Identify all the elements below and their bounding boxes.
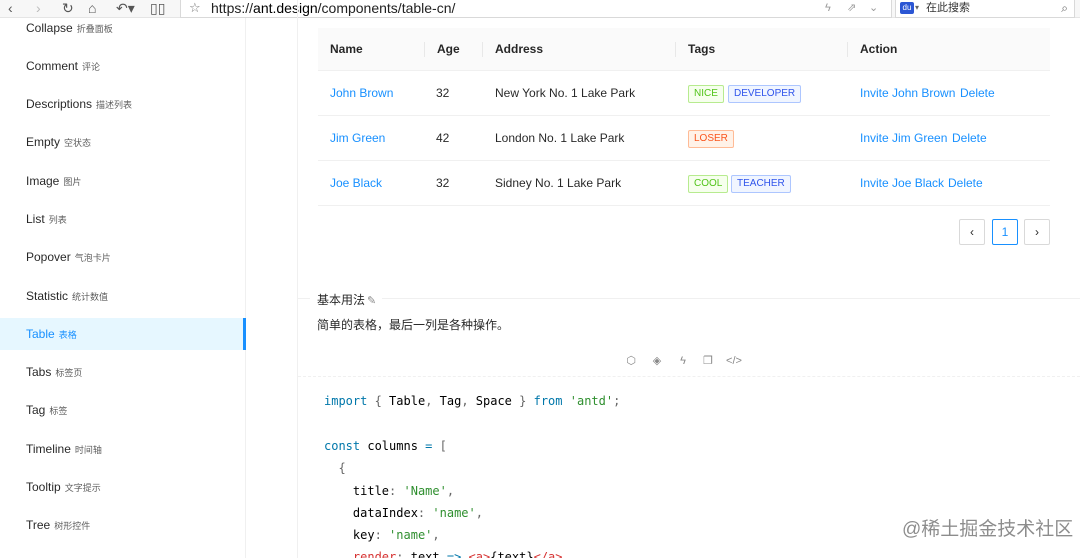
address-bar[interactable]: ☆ https://ant.design/components/table-cn… [180, 0, 892, 18]
column-divider [675, 42, 676, 57]
search-box[interactable]: du ▾ 在此搜索 ⌕ [895, 0, 1075, 18]
search-placeholder: 在此搜索 [926, 2, 970, 14]
tag-developer: DEVELOPER [728, 85, 802, 103]
address-cell: New York No. 1 Lake Park [495, 86, 636, 100]
sidebar-item-tree[interactable]: Tree 树形控件 [0, 509, 246, 541]
column-header-age: Age [437, 42, 460, 56]
share-icon[interactable]: ⇗ [847, 0, 856, 16]
codesandbox-icon[interactable]: ⬡ [622, 352, 640, 370]
code-line: { [338, 461, 346, 475]
pagination-prev-button[interactable]: ‹ [959, 219, 985, 245]
tag-nice: NICE [688, 85, 724, 103]
name-link[interactable]: Jim Green [330, 116, 385, 161]
code-line: render: text => <a>{text}</a>, [352, 550, 570, 558]
column-divider [482, 42, 483, 57]
sidebar-item-statistic[interactable]: Statistic 统计数值 [0, 280, 246, 312]
table-header: Name Age Address Tags Action [318, 28, 1050, 71]
bolt-icon[interactable]: ϟ [825, 0, 831, 16]
demo-title: 基本用法 ✎ [317, 293, 377, 307]
actions-divider [298, 376, 1080, 377]
code-line: const columns = [ [324, 439, 447, 453]
column-header-tags: Tags [688, 42, 716, 56]
age-cell: 32 [436, 176, 450, 190]
name-link[interactable]: Joe Black [330, 161, 382, 206]
invite-link[interactable]: Invite John Brown [860, 71, 955, 116]
column-header-name: Name [330, 42, 363, 56]
search-icon[interactable]: ⌕ [1061, 0, 1068, 16]
dropdown-icon[interactable]: ⌄ [869, 0, 878, 16]
column-header-address: Address [495, 42, 544, 56]
age-cell: 32 [436, 86, 450, 100]
column-divider [424, 42, 425, 57]
demo-divider [298, 298, 1080, 299]
codepen-icon[interactable]: ◈ [648, 352, 666, 370]
table-row: Joe Black 32 Sidney No. 1 Lake Park COOL… [318, 161, 1050, 206]
name-link[interactable]: John Brown [330, 71, 393, 116]
address-cell: London No. 1 Lake Park [495, 131, 625, 145]
sidebar-item-tabs[interactable]: Tabs 标签页 [0, 356, 246, 388]
caret-down-icon[interactable]: ▾ [915, 0, 919, 16]
sidebar-item-descriptions[interactable]: Descriptions 描述列表 [0, 88, 246, 120]
delete-link[interactable]: Delete [952, 116, 987, 161]
url-text[interactable]: https://ant.design/components/table-cn/ [211, 0, 455, 16]
tag-loser: LOSER [688, 130, 734, 148]
pagination-page-1[interactable]: 1 [992, 219, 1018, 245]
table-row: Jim Green 42 London No. 1 Lake Park LOSE… [318, 116, 1050, 161]
code-line: key: 'name', [324, 528, 440, 542]
riddle-icon[interactable]: ϟ [674, 352, 692, 370]
sidebar-item-table[interactable]: Table 表格 [0, 318, 246, 350]
delete-link[interactable]: Delete [948, 161, 983, 206]
tag-cool: COOL [688, 175, 729, 193]
sidebar-item-image[interactable]: Image 图片 [0, 165, 246, 197]
tag-teacher: TEACHER [731, 175, 791, 193]
search-engine-icon[interactable]: du [900, 2, 914, 14]
invite-link[interactable]: Invite Joe Black [860, 161, 944, 206]
demo-description: 简单的表格，最后一列是各种操作。 [317, 318, 510, 332]
component-sidebar: Collapse 折叠面板 Comment 评论 Descriptions 描述列表 … [0, 18, 246, 558]
delete-link[interactable]: Delete [960, 71, 995, 116]
sidebar-item-comment[interactable]: Comment 评论 [0, 50, 246, 82]
code-line: import { Table, Tag, Space } from 'antd'… [324, 394, 621, 408]
column-header-action: Action [860, 42, 898, 56]
address-cell: Sidney No. 1 Lake Park [495, 176, 622, 190]
column-divider [847, 42, 848, 57]
invite-link[interactable]: Invite Jim Green [860, 116, 947, 161]
code-icon[interactable]: </> [725, 352, 743, 370]
pagination-next-button[interactable]: › [1024, 219, 1050, 245]
sidebar-item-tooltip[interactable]: Tooltip 文字提示 [0, 471, 246, 503]
code-line: title: 'Name', [324, 484, 455, 498]
copy-icon[interactable]: ❐ [699, 352, 717, 370]
sidebar-item-list[interactable]: List 列表 [0, 203, 246, 235]
watermark: @稀土掘金技术社区 [902, 519, 1074, 540]
age-cell: 42 [436, 131, 450, 145]
sidebar-item-timeline[interactable]: Timeline 时间轴 [0, 433, 246, 465]
code-line: dataIndex: 'name', [324, 506, 483, 520]
table-row: John Brown 32 New York No. 1 Lake Park N… [318, 71, 1050, 116]
sidebar-item-empty[interactable]: Empty 空状态 [0, 126, 246, 158]
sidebar-item-popover[interactable]: Popover 气泡卡片 [0, 241, 246, 273]
demo-box-border [297, 0, 298, 558]
edit-icon[interactable]: ✎ [367, 295, 376, 307]
sidebar-item-collapse[interactable]: Collapse 折叠面板 [0, 12, 246, 44]
sidebar-item-tag[interactable]: Tag 标签 [0, 394, 246, 426]
